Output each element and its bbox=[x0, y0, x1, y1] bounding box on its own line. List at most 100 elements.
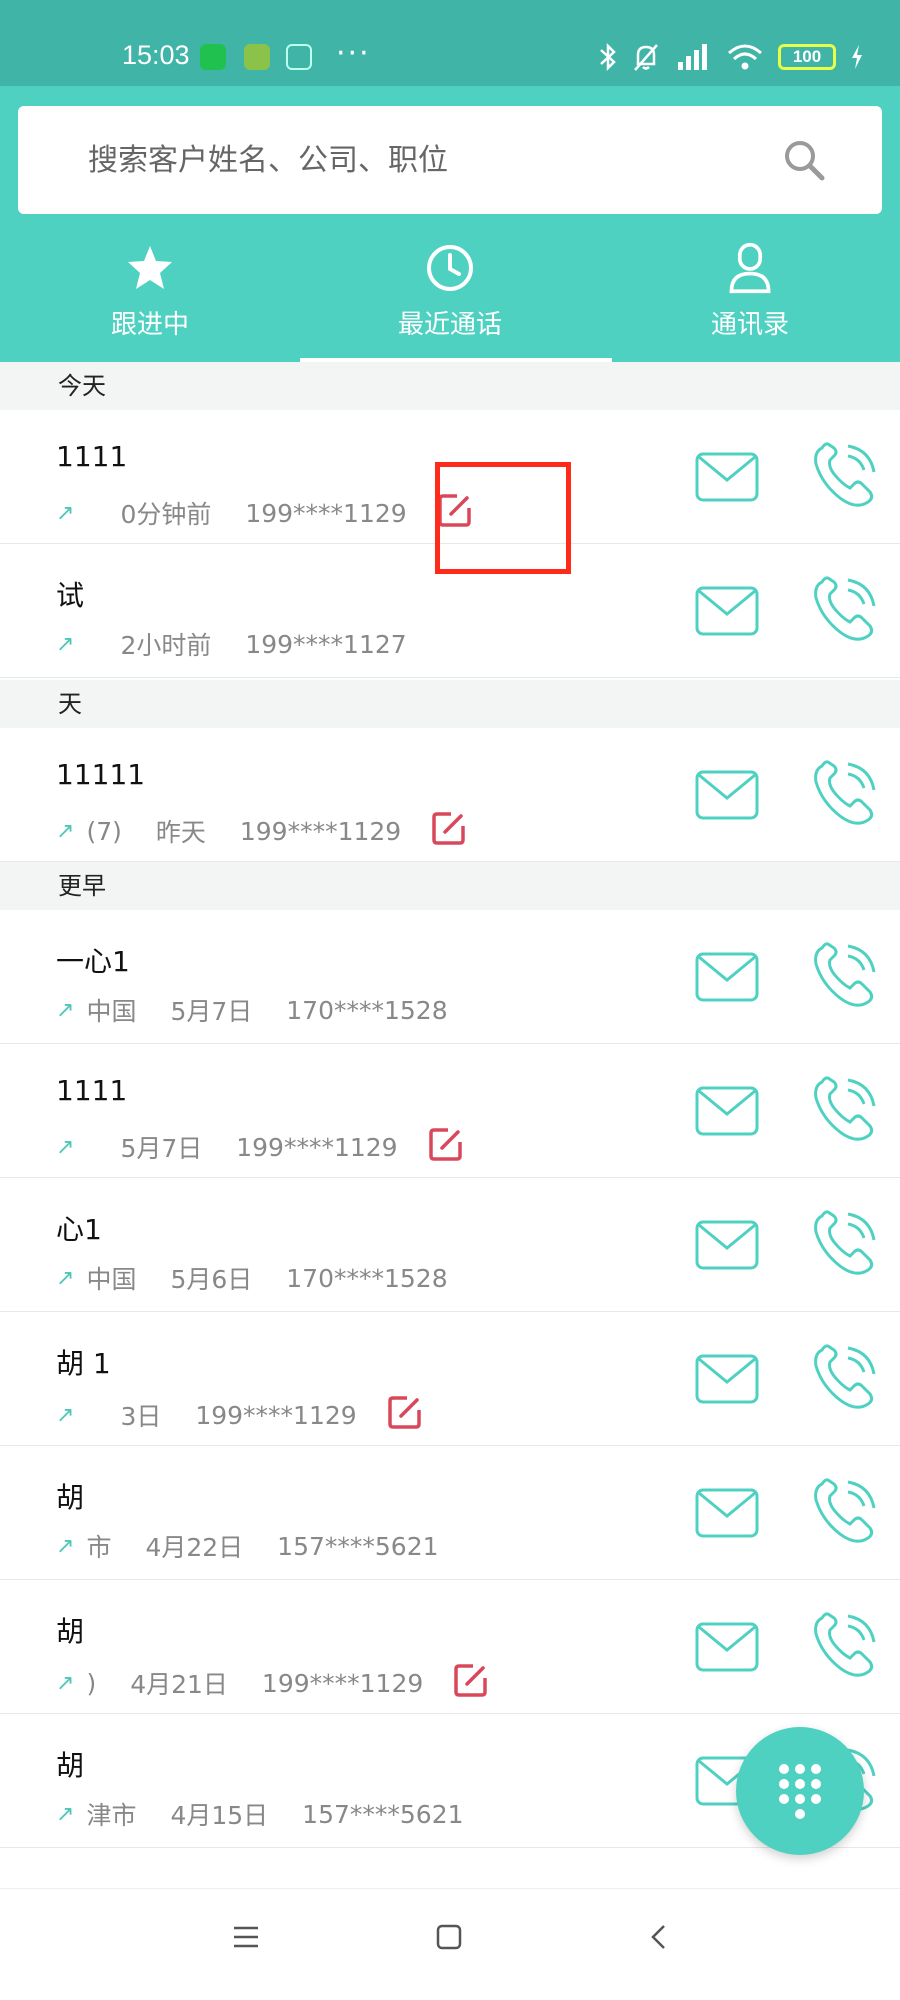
phone-number: 199****1129 bbox=[236, 1132, 398, 1162]
home-icon[interactable] bbox=[435, 1923, 463, 1951]
call-log-row[interactable]: 11111 ↗ (7) 昨天 199****1129 bbox=[0, 728, 900, 862]
call-time: 2小时前 bbox=[120, 631, 212, 660]
call-time: 5月7日 bbox=[120, 1134, 203, 1163]
contact-name: 胡 bbox=[56, 1749, 85, 1782]
phone-number: 170****1528 bbox=[286, 995, 448, 1025]
call-log-row[interactable]: 心1 ↗ 中国 5月6日 170****1528 bbox=[0, 1178, 900, 1312]
contact-name: 11111 bbox=[56, 758, 146, 791]
wifi-icon bbox=[728, 44, 762, 70]
edit-note-icon[interactable] bbox=[431, 810, 467, 846]
outgoing-arrow-icon: ↗ bbox=[56, 1402, 75, 1428]
outgoing-arrow-icon: ↗ bbox=[56, 1533, 75, 1559]
contact-name: 心1 bbox=[56, 1213, 102, 1246]
call-button[interactable] bbox=[808, 1076, 878, 1150]
phone-icon bbox=[814, 442, 876, 507]
call-time: 4月22日 bbox=[145, 1533, 244, 1562]
call-meta: ↗ 2小时前 199****1127 bbox=[56, 626, 407, 662]
message-button[interactable] bbox=[694, 1486, 760, 1546]
call-button[interactable] bbox=[808, 1612, 878, 1686]
call-time: 5月7日 bbox=[170, 997, 253, 1026]
phone-number: 170****1528 bbox=[286, 1263, 448, 1293]
mail-icon bbox=[695, 1488, 759, 1538]
message-button[interactable] bbox=[694, 768, 760, 828]
person-icon bbox=[729, 242, 771, 294]
search-bar[interactable] bbox=[18, 106, 882, 214]
call-button[interactable] bbox=[808, 1478, 878, 1552]
call-time: 5月6日 bbox=[170, 1265, 253, 1294]
status-icons: 100 bbox=[598, 42, 864, 72]
highlight-annotation bbox=[435, 462, 571, 574]
section-header: 今天 bbox=[0, 362, 900, 410]
bluetooth-icon bbox=[600, 42, 616, 72]
call-meta: ↗ 3日 199****1129 bbox=[56, 1394, 423, 1436]
message-button[interactable] bbox=[694, 584, 760, 644]
search-icon[interactable] bbox=[782, 138, 826, 182]
tab-recent-calls[interactable]: 最近通话 bbox=[300, 238, 612, 362]
call-button[interactable] bbox=[808, 576, 878, 650]
star-icon bbox=[128, 246, 172, 289]
status-time: 15:03 bbox=[122, 40, 190, 70]
outgoing-arrow-icon: ↗ bbox=[56, 500, 75, 526]
call-log-row[interactable]: 胡 ↗) 4月21日 199****1129 bbox=[0, 1580, 900, 1714]
search-input[interactable] bbox=[88, 106, 768, 214]
add-note-button[interactable] bbox=[428, 1126, 464, 1168]
dialpad-button[interactable] bbox=[736, 1727, 864, 1855]
mail-icon bbox=[695, 770, 759, 820]
call-meta: ↗ 中国 5月7日 170****1528 bbox=[56, 992, 448, 1028]
call-button[interactable] bbox=[808, 942, 878, 1016]
outgoing-arrow-icon: ↗ bbox=[56, 631, 75, 657]
message-button[interactable] bbox=[694, 450, 760, 510]
outgoing-arrow-icon: ↗ bbox=[56, 1265, 75, 1291]
message-button[interactable] bbox=[694, 1084, 760, 1144]
back-icon[interactable] bbox=[648, 1923, 668, 1951]
call-button[interactable] bbox=[808, 1210, 878, 1284]
call-log-row[interactable]: 胡 ↗ 市 4月22日 157****5621 bbox=[0, 1446, 900, 1580]
call-button[interactable] bbox=[808, 442, 878, 516]
tab-contacts[interactable]: 通讯录 bbox=[600, 238, 900, 362]
menu-icon[interactable] bbox=[232, 1923, 260, 1951]
call-time: 4月21日 bbox=[130, 1670, 228, 1699]
call-log-row[interactable]: 一心1 ↗ 中国 5月7日 170****1528 bbox=[0, 910, 900, 1044]
call-meta: ↗ 5月7日 199****1129 bbox=[56, 1126, 464, 1168]
call-meta: ↗) 4月21日 199****1129 bbox=[56, 1662, 489, 1704]
outgoing-arrow-icon: ↗ bbox=[56, 1670, 75, 1696]
dialpad-icon bbox=[779, 1764, 821, 1819]
contact-name: 胡 bbox=[56, 1615, 85, 1648]
call-button[interactable] bbox=[808, 760, 878, 834]
outgoing-arrow-icon: ↗ bbox=[56, 997, 75, 1023]
contact-name: 胡 1 bbox=[56, 1347, 111, 1380]
edit-note-icon[interactable] bbox=[453, 1662, 489, 1698]
phone-number: 199****1129 bbox=[245, 498, 407, 528]
message-button[interactable] bbox=[694, 1352, 760, 1412]
add-note-button[interactable] bbox=[387, 1394, 423, 1436]
tab-label: 通讯录 bbox=[710, 310, 789, 340]
tab-label: 跟进中 bbox=[110, 310, 189, 340]
mail-icon bbox=[695, 1220, 759, 1270]
edit-note-icon[interactable] bbox=[428, 1126, 464, 1162]
message-button[interactable] bbox=[694, 1218, 760, 1278]
more-notifications-icon: ··· bbox=[336, 36, 371, 71]
add-note-button[interactable] bbox=[431, 810, 467, 852]
call-button[interactable] bbox=[808, 1344, 878, 1418]
mute-bell-icon bbox=[634, 44, 658, 71]
mail-icon bbox=[695, 952, 759, 1002]
call-count: 市 bbox=[86, 1533, 112, 1562]
edit-note-icon[interactable] bbox=[387, 1394, 423, 1430]
phone-icon bbox=[814, 576, 876, 641]
message-button[interactable] bbox=[694, 1620, 760, 1680]
battery-indicator: 100 bbox=[778, 44, 836, 70]
call-log-row[interactable]: 1111 ↗ 5月7日 199****1129 bbox=[0, 1044, 900, 1178]
call-meta: ↗ 津市 4月15日 157****5621 bbox=[56, 1796, 464, 1832]
add-note-button[interactable] bbox=[453, 1662, 489, 1704]
section-header: 更早 bbox=[0, 862, 900, 910]
tab-following[interactable]: 跟进中 bbox=[0, 238, 300, 362]
tab-bar: 跟进中 最近通话 通讯录 bbox=[0, 238, 900, 362]
outgoing-arrow-icon: ↗ bbox=[56, 818, 75, 844]
phone-number: 199****1129 bbox=[195, 1400, 357, 1430]
status-bar: 15:03 ··· 100 bbox=[0, 0, 900, 86]
call-log-row[interactable]: 胡 1 ↗ 3日 199****1129 bbox=[0, 1312, 900, 1446]
message-button[interactable] bbox=[694, 950, 760, 1010]
phone-icon bbox=[814, 942, 876, 1007]
outgoing-arrow-icon: ↗ bbox=[56, 1134, 75, 1160]
call-count: (7) bbox=[86, 816, 122, 846]
